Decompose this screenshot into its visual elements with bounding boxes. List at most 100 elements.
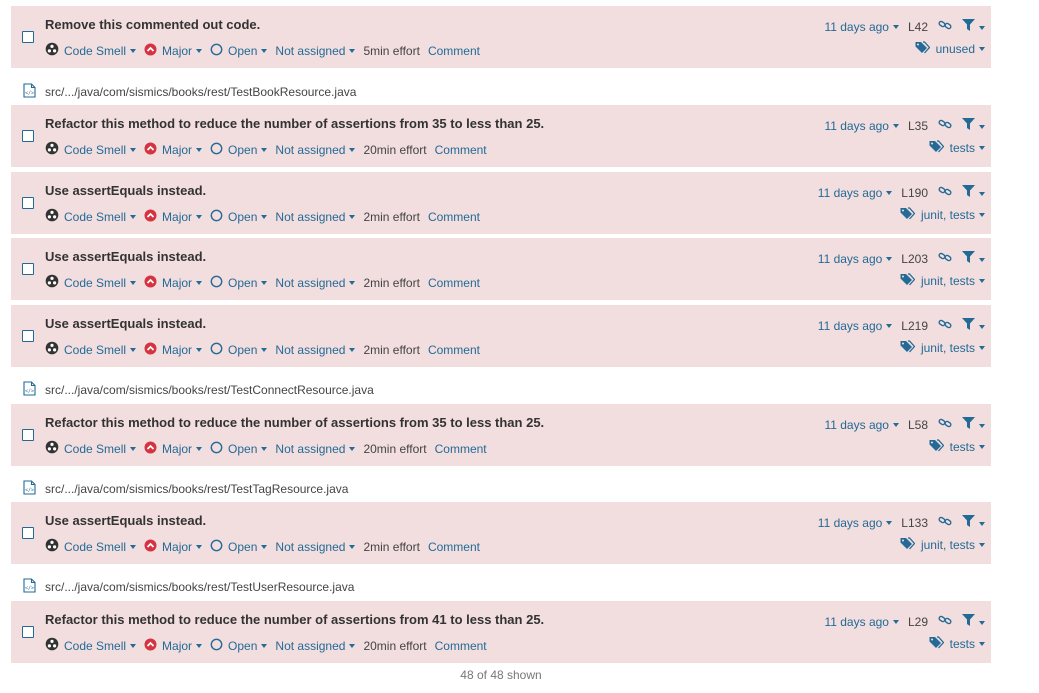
assignee-dropdown[interactable]: Not assigned (275, 639, 356, 653)
issue-card[interactable]: Use assertEquals instead. Code Smell Major… (11, 172, 991, 234)
comment-link[interactable]: Comment (428, 210, 480, 224)
file-path[interactable]: src/.../java/com/sismics/books/rest/Test… (45, 482, 348, 496)
filter-dropdown[interactable] (962, 19, 985, 34)
status-dropdown[interactable]: Open (210, 441, 268, 457)
tags-dropdown[interactable]: tests (929, 439, 985, 455)
issue-checkbox[interactable] (22, 527, 34, 539)
type-dropdown[interactable]: Code Smell (45, 274, 137, 291)
permalink-icon[interactable] (938, 318, 952, 333)
issue-message[interactable]: Refactor this method to reduce the numbe… (45, 116, 544, 131)
comment-link[interactable]: Comment (428, 44, 480, 58)
filter-dropdown[interactable] (962, 251, 985, 266)
comment-link[interactable]: Comment (428, 540, 480, 554)
status-dropdown[interactable]: Open (210, 539, 268, 555)
date-dropdown[interactable]: 11 days ago (818, 186, 893, 200)
type-dropdown[interactable]: Code Smell (45, 42, 137, 59)
permalink-icon[interactable] (938, 417, 952, 432)
status-dropdown[interactable]: Open (210, 209, 268, 225)
tags-dropdown[interactable]: tests (929, 140, 985, 156)
issue-card[interactable]: Refactor this method to reduce the numbe… (11, 105, 991, 167)
permalink-icon[interactable] (938, 614, 952, 629)
comment-link[interactable]: Comment (435, 143, 487, 157)
assignee-dropdown[interactable]: Not assigned (275, 143, 356, 157)
type-dropdown[interactable]: Code Smell (45, 440, 137, 457)
status-dropdown[interactable]: Open (210, 43, 268, 59)
permalink-icon[interactable] (938, 19, 952, 34)
issue-checkbox[interactable] (22, 330, 34, 342)
status-dropdown[interactable]: Open (210, 638, 268, 654)
assignee-dropdown[interactable]: Not assigned (275, 276, 356, 290)
severity-dropdown[interactable]: Major (144, 43, 203, 59)
date-dropdown[interactable]: 11 days ago (824, 119, 899, 133)
issue-card[interactable]: Refactor this method to reduce the numbe… (11, 601, 991, 663)
severity-dropdown[interactable]: Major (144, 275, 203, 291)
assignee-dropdown[interactable]: Not assigned (275, 44, 356, 58)
type-dropdown[interactable]: Code Smell (45, 141, 137, 158)
severity-dropdown[interactable]: Major (144, 342, 203, 358)
tags-dropdown[interactable]: junit, tests (900, 273, 985, 289)
issue-message[interactable]: Use assertEquals instead. (45, 513, 206, 528)
date-dropdown[interactable]: 11 days ago (818, 252, 893, 266)
filter-dropdown[interactable] (962, 515, 985, 530)
issue-message[interactable]: Use assertEquals instead. (45, 249, 206, 264)
severity-dropdown[interactable]: Major (144, 142, 203, 158)
assignee-dropdown[interactable]: Not assigned (275, 442, 356, 456)
issue-checkbox[interactable] (22, 130, 34, 142)
filter-dropdown[interactable] (962, 614, 985, 629)
file-path[interactable]: src/.../java/com/sismics/books/rest/Test… (45, 580, 354, 594)
assignee-dropdown[interactable]: Not assigned (275, 343, 356, 357)
issue-message[interactable]: Refactor this method to reduce the numbe… (45, 612, 544, 627)
permalink-icon[interactable] (938, 251, 952, 266)
issue-card[interactable]: Use assertEquals instead. Code Smell Major… (11, 238, 991, 300)
type-dropdown[interactable]: Code Smell (45, 341, 137, 358)
issue-checkbox[interactable] (22, 626, 34, 638)
date-dropdown[interactable]: 11 days ago (818, 516, 893, 530)
issue-checkbox[interactable] (22, 263, 34, 275)
status-dropdown[interactable]: Open (210, 342, 268, 358)
permalink-icon[interactable] (938, 185, 952, 200)
issue-message[interactable]: Remove this commented out code. (45, 17, 260, 32)
severity-dropdown[interactable]: Major (144, 441, 203, 457)
date-dropdown[interactable]: 11 days ago (824, 418, 899, 432)
tags-dropdown[interactable]: junit, tests (900, 207, 985, 223)
issue-checkbox[interactable] (22, 429, 34, 441)
comment-link[interactable]: Comment (435, 442, 487, 456)
tags-dropdown[interactable]: tests (929, 636, 985, 652)
file-path[interactable]: src/.../java/com/sismics/books/rest/Test… (45, 85, 356, 99)
comment-link[interactable]: Comment (435, 639, 487, 653)
date-dropdown[interactable]: 11 days ago (818, 319, 893, 333)
comment-link[interactable]: Comment (428, 343, 480, 357)
severity-dropdown[interactable]: Major (144, 539, 203, 555)
filter-dropdown[interactable] (962, 118, 985, 133)
severity-dropdown[interactable]: Major (144, 638, 203, 654)
issue-card[interactable]: Use assertEquals instead. Code Smell Major… (11, 502, 991, 564)
permalink-icon[interactable] (938, 118, 952, 133)
issue-message[interactable]: Use assertEquals instead. (45, 183, 206, 198)
issue-card[interactable]: Remove this commented out code. Code Smel… (11, 6, 991, 68)
issue-checkbox[interactable] (22, 31, 34, 43)
file-path[interactable]: src/.../java/com/sismics/books/rest/Test… (45, 383, 374, 397)
issue-message[interactable]: Refactor this method to reduce the numbe… (45, 415, 544, 430)
type-dropdown[interactable]: Code Smell (45, 538, 137, 555)
tags-dropdown[interactable]: unused (915, 41, 985, 57)
issue-checkbox[interactable] (22, 197, 34, 209)
issue-card[interactable]: Refactor this method to reduce the numbe… (11, 404, 991, 466)
type-dropdown[interactable]: Code Smell (45, 208, 137, 225)
tags-dropdown[interactable]: junit, tests (900, 537, 985, 553)
date-dropdown[interactable]: 11 days ago (824, 20, 899, 34)
issue-message[interactable]: Use assertEquals instead. (45, 316, 206, 331)
comment-link[interactable]: Comment (428, 276, 480, 290)
status-dropdown[interactable]: Open (210, 142, 268, 158)
permalink-icon[interactable] (938, 515, 952, 530)
filter-dropdown[interactable] (962, 185, 985, 200)
issue-card[interactable]: Use assertEquals instead. Code Smell Major… (11, 305, 991, 367)
assignee-dropdown[interactable]: Not assigned (275, 210, 356, 224)
filter-dropdown[interactable] (962, 318, 985, 333)
status-dropdown[interactable]: Open (210, 275, 268, 291)
date-dropdown[interactable]: 11 days ago (824, 615, 899, 629)
type-dropdown[interactable]: Code Smell (45, 637, 137, 654)
tags-dropdown[interactable]: junit, tests (900, 340, 985, 356)
filter-dropdown[interactable] (962, 417, 985, 432)
severity-dropdown[interactable]: Major (144, 209, 203, 225)
assignee-dropdown[interactable]: Not assigned (275, 540, 356, 554)
